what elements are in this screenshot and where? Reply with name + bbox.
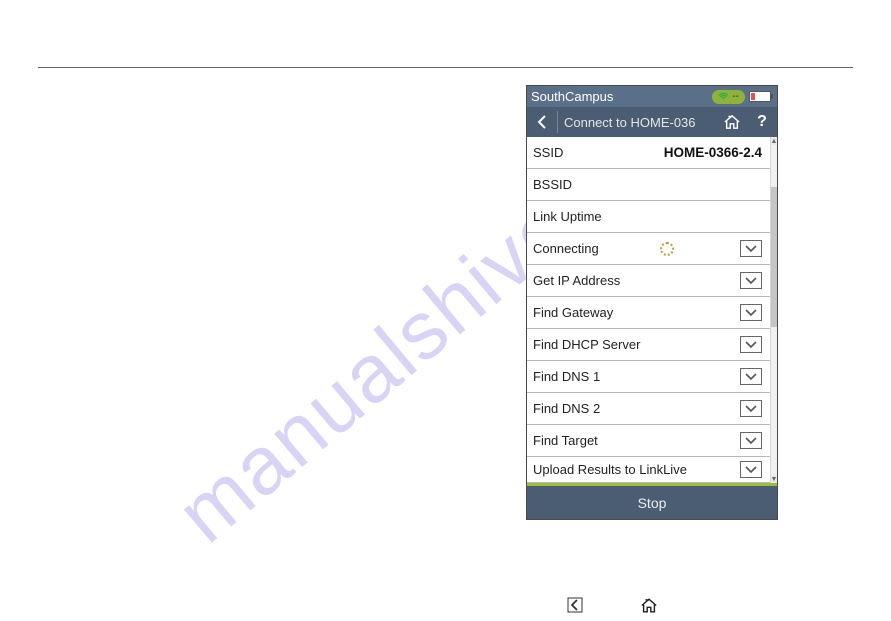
row-find-dns2[interactable]: Find DNS 2 [527,393,770,425]
chevron-left-icon [536,115,548,129]
scroll-down-icon[interactable]: ▼ [771,475,777,483]
page-reference-icons [566,596,658,614]
back-ref-icon [566,596,584,614]
row-find-target[interactable]: Find Target [527,425,770,457]
find-dhcp-label: Find DHCP Server [533,337,640,352]
chevron-down-icon [745,340,757,350]
expand-find-gateway[interactable] [740,304,762,321]
row-find-dhcp[interactable]: Find DHCP Server [527,329,770,361]
expand-connecting[interactable] [740,240,762,257]
scrollbar[interactable]: ▲ ▼ [770,137,777,483]
bssid-label: BSSID [533,177,572,192]
wifi-indicator: -- [712,90,745,104]
chevron-down-icon [745,308,757,318]
status-bar: SouthCampus -- [527,86,777,107]
screen-title: Connect to HOME-036 [558,115,717,130]
battery-icon [749,91,771,102]
ssid-label: SSID [533,145,563,160]
stop-button[interactable]: Stop [527,486,777,519]
row-link-uptime: Link Uptime [527,201,770,233]
find-dns1-label: Find DNS 1 [533,369,600,384]
connecting-label: Connecting [533,241,599,256]
row-find-gateway[interactable]: Find Gateway [527,297,770,329]
device-frame: SouthCampus -- Connect to HOME-036 ? [526,85,778,520]
wifi-text: -- [732,91,739,102]
help-button[interactable]: ? [747,107,777,137]
profile-name: SouthCampus [531,89,613,104]
row-find-dns1[interactable]: Find DNS 1 [527,361,770,393]
find-target-label: Find Target [533,433,598,448]
content-area: SSID HOME-0366-2.4 BSSID Link Uptime Con… [527,137,777,483]
home-ref-icon [640,596,658,614]
expand-find-target[interactable] [740,432,762,449]
page-top-rule [38,67,853,68]
expand-find-dns2[interactable] [740,400,762,417]
chevron-down-icon [745,436,757,446]
expand-upload[interactable] [740,461,762,478]
home-icon [723,114,741,130]
get-ip-label: Get IP Address [533,273,620,288]
chevron-down-icon [745,276,757,286]
chevron-down-icon [745,465,757,475]
wifi-icon [718,91,729,102]
stop-button-label: Stop [638,495,667,511]
row-ssid: SSID HOME-0366-2.4 [527,137,770,169]
chevron-down-icon [745,404,757,414]
row-bssid: BSSID [527,169,770,201]
row-upload[interactable]: Upload Results to LinkLive [527,457,770,483]
find-dns2-label: Find DNS 2 [533,401,600,416]
expand-get-ip[interactable] [740,272,762,289]
ssid-value: HOME-0366-2.4 [569,145,762,160]
row-get-ip[interactable]: Get IP Address [527,265,770,297]
scrollbar-thumb[interactable] [771,187,777,327]
upload-label: Upload Results to LinkLive [533,462,687,477]
loading-spinner-icon [660,242,674,256]
chevron-down-icon [745,244,757,254]
row-connecting[interactable]: Connecting [527,233,770,265]
title-bar: Connect to HOME-036 ? [527,107,777,137]
back-button[interactable] [527,107,557,137]
scroll-up-icon[interactable]: ▲ [771,137,777,145]
home-button[interactable] [717,107,747,137]
find-gateway-label: Find Gateway [533,305,613,320]
expand-find-dns1[interactable] [740,368,762,385]
chevron-down-icon [745,372,757,382]
link-uptime-label: Link Uptime [533,209,602,224]
expand-find-dhcp[interactable] [740,336,762,353]
